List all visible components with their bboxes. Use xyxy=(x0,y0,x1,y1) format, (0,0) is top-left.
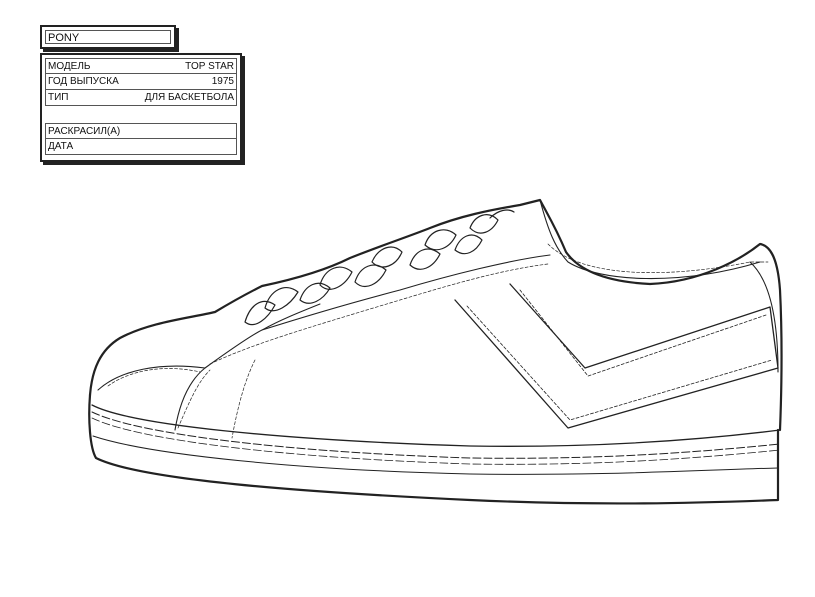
midsole-top xyxy=(91,404,781,447)
upper-outline xyxy=(88,198,783,432)
eyestay-inner xyxy=(261,303,321,331)
eyestay-stitch xyxy=(209,263,549,365)
outsole xyxy=(88,393,780,505)
collar xyxy=(539,199,761,280)
midsole-lower xyxy=(92,435,779,475)
vamp-line xyxy=(231,359,256,439)
eyestay xyxy=(204,254,551,369)
laces xyxy=(244,209,515,326)
toe-cap-stitch xyxy=(107,368,201,387)
sole-stitching-2 xyxy=(91,417,781,465)
heel-counter xyxy=(749,261,779,373)
sole-stitching xyxy=(91,411,781,459)
chevron-logo-inner xyxy=(466,289,773,421)
sneaker-outline-drawing xyxy=(88,198,783,505)
